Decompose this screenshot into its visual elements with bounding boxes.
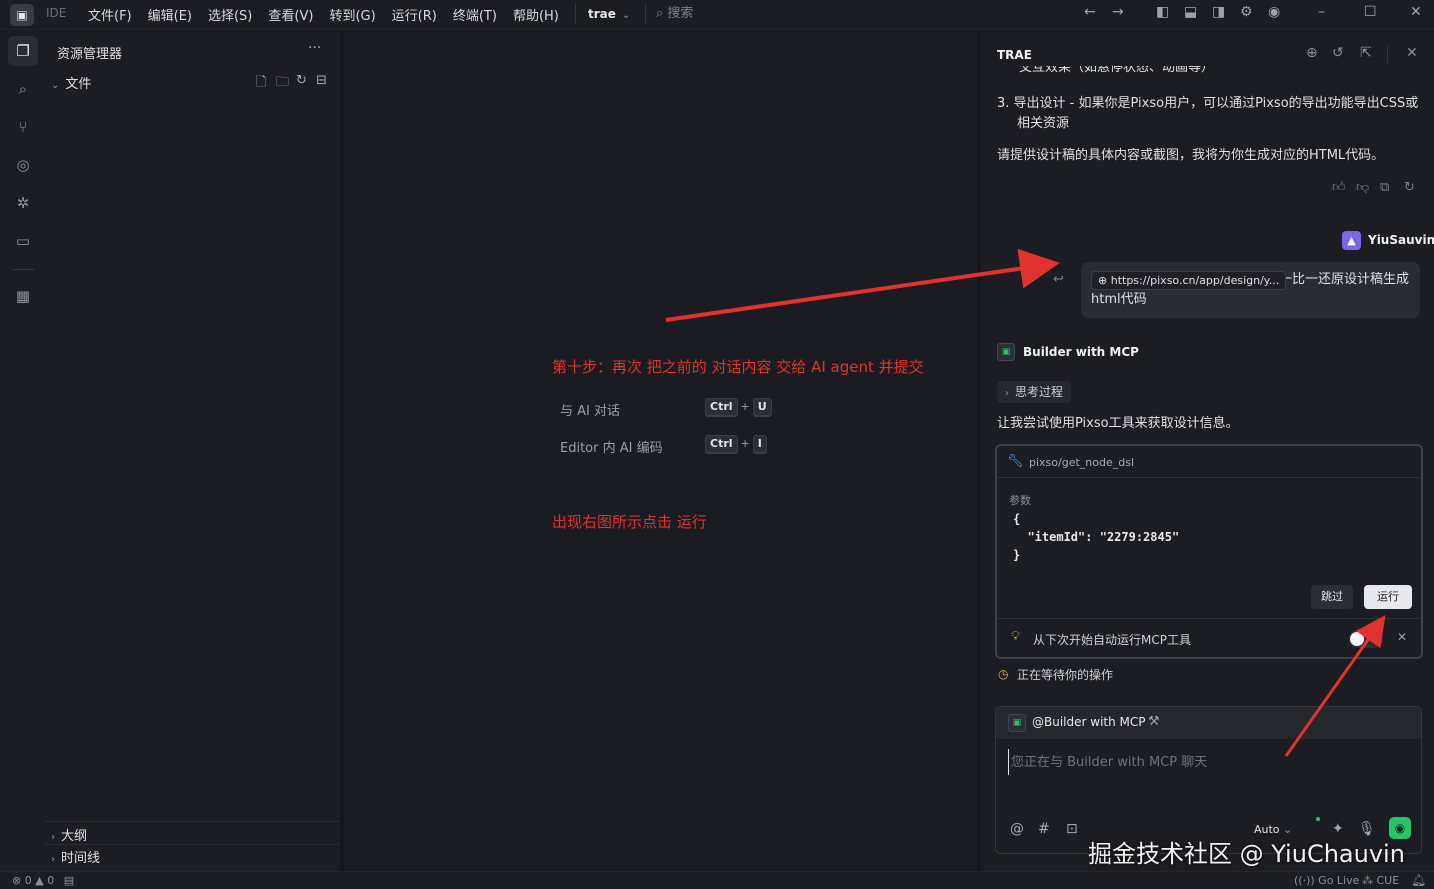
arrow-to-message	[665, 248, 1060, 322]
watermark: 掘金技术社区 @ YiuChauvin	[1088, 840, 1405, 868]
arrow-to-run-button	[1284, 615, 1386, 757]
annotation-arrows	[665, 248, 1386, 757]
